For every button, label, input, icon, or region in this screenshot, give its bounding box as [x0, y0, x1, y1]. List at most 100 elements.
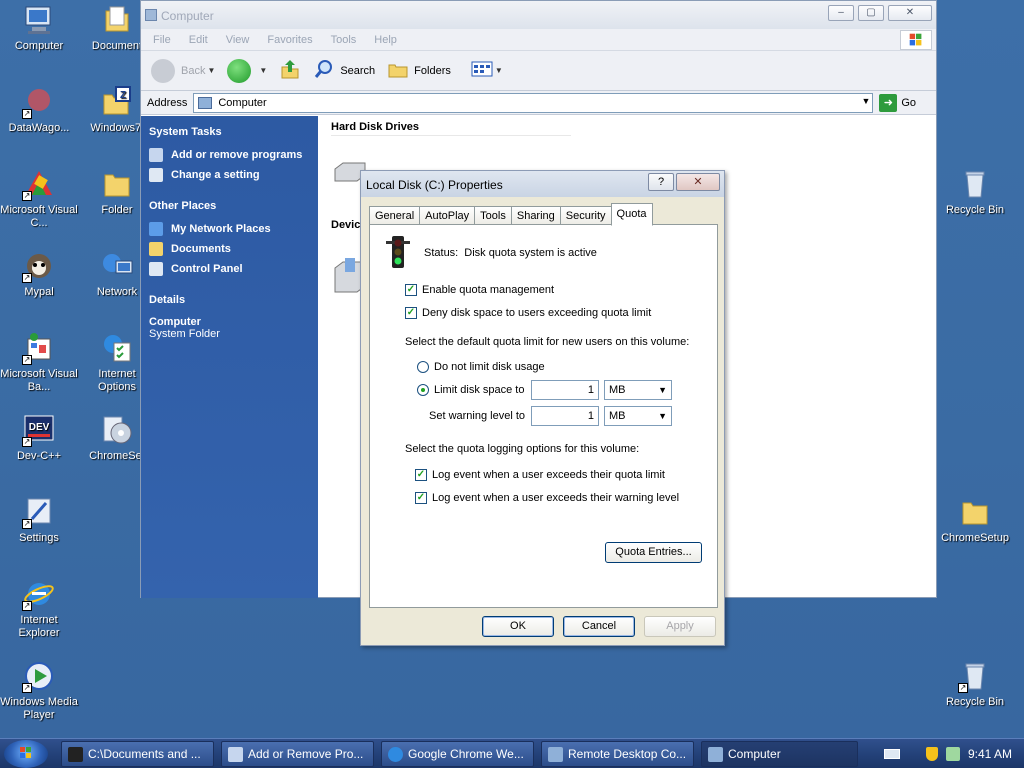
go-button[interactable]: ➜ Go — [879, 93, 916, 112]
desktop-icon-label: Recycle Bin — [945, 204, 1005, 216]
desktop-icon-mypal[interactable]: ↗ Mypal — [0, 249, 78, 299]
folders-button[interactable]: Folders — [387, 58, 451, 83]
mypal-icon: ↗ — [22, 249, 56, 283]
chevron-down-icon: ▼ — [658, 411, 667, 421]
warning-unit-select[interactable]: MB ▼ — [604, 406, 672, 426]
warning-label: Set warning level to — [429, 410, 525, 422]
up-button[interactable] — [279, 58, 301, 83]
tab-quota[interactable]: Quota — [610, 203, 653, 226]
task-7zip-documents[interactable]: C:\Documents and ... — [61, 741, 214, 767]
place-label: Documents — [171, 243, 231, 255]
chevron-down-icon: ▼ — [494, 66, 503, 75]
desktop-icon-recycle-bin-shortcut[interactable]: ↗ Recycle Bin — [936, 659, 1014, 709]
security-shield-icon[interactable] — [925, 747, 938, 761]
tab-security[interactable]: Security — [559, 206, 612, 225]
other-places-heading[interactable]: Other Places — [149, 200, 310, 212]
desktop-icon-settings[interactable]: ↗ Settings — [0, 495, 78, 545]
ok-button[interactable]: OK — [482, 616, 554, 637]
desktop-icon-dev-cpp[interactable]: DEV ↗ Dev-C++ — [0, 413, 78, 463]
computer-icon — [145, 9, 157, 21]
keyboard-icon[interactable] — [883, 749, 900, 759]
details-name: Computer — [149, 316, 201, 328]
log-limit-checkbox[interactable]: ✓ Log event when a user exceeds their qu… — [415, 469, 665, 481]
minimize-button[interactable]: – — [828, 5, 854, 21]
task-add-remove-programs[interactable]: Add or remove programs — [149, 148, 310, 162]
toolbar: Back ▼ ▼ Search Folders ▼ — [141, 51, 936, 91]
menu-view[interactable]: View — [226, 34, 250, 46]
tab-autoplay[interactable]: AutoPlay — [419, 206, 476, 225]
apply-button[interactable]: Apply — [644, 616, 716, 637]
task-computer[interactable]: Computer — [701, 741, 858, 767]
task-google-chrome[interactable]: Google Chrome We... — [381, 741, 534, 767]
forward-button[interactable]: ▼ — [227, 58, 267, 83]
start-button[interactable] — [4, 740, 48, 768]
limit-value-input[interactable]: 1 — [531, 380, 599, 400]
dev-cpp-icon: DEV ↗ — [22, 413, 56, 447]
limit-unit-select[interactable]: MB ▼ — [604, 380, 672, 400]
menu-favorites[interactable]: Favorites — [267, 34, 312, 46]
task-change-setting[interactable]: Change a setting — [149, 168, 310, 182]
place-my-network-places[interactable]: My Network Places — [149, 222, 310, 236]
browser-icon — [388, 747, 403, 762]
chevron-down-icon[interactable]: ▼ — [207, 66, 215, 75]
clock[interactable]: 9:41 AM — [968, 747, 1012, 761]
desktop-icon-recycle-bin[interactable]: Recycle Bin — [936, 167, 1014, 217]
section-hard-disk-drives: Hard Disk Drives — [331, 121, 571, 136]
close-button[interactable]: ✕ — [888, 5, 932, 21]
menu-file[interactable]: File — [153, 34, 171, 46]
traffic-light-icon — [384, 235, 412, 272]
chromesetup-icon — [100, 413, 134, 447]
desktop-icon-visual-basic[interactable]: ↗ Microsoft Visual Ba... — [0, 331, 78, 394]
internet-options-icon — [100, 331, 134, 365]
address-input[interactable]: Computer ▼ — [193, 92, 874, 113]
network-status-icon[interactable] — [945, 747, 960, 761]
tab-general[interactable]: General — [369, 206, 421, 225]
enable-quota-checkbox[interactable]: ✓ Enable quota management — [405, 284, 554, 296]
system-tasks-heading[interactable]: System Tasks — [149, 126, 310, 138]
checkbox-checked-icon: ✓ — [405, 307, 417, 319]
no-limit-label: Do not limit disk usage — [434, 361, 545, 373]
explorer-titlebar[interactable]: Computer – ▢ ✕ — [141, 1, 936, 29]
radio-icon — [417, 361, 429, 373]
desktop-icon-datawagon[interactable]: ↗ DataWago... — [0, 85, 78, 135]
log-warning-checkbox[interactable]: ✓ Log event when a user exceeds their wa… — [415, 492, 679, 504]
task-remote-desktop[interactable]: Remote Desktop Co... — [541, 741, 694, 767]
desktop-icon-internet-explorer[interactable]: ↗ Internet Explorer — [0, 577, 78, 640]
desktop-icon-chromesetup[interactable]: ChromeSetup — [936, 495, 1014, 545]
menu-bar: File Edit View Favorites Tools Help — [141, 29, 936, 51]
menu-help[interactable]: Help — [374, 34, 397, 46]
chevron-down-icon[interactable]: ▼ — [259, 66, 267, 75]
place-control-panel[interactable]: Control Panel — [149, 262, 310, 276]
shortcut-arrow-icon: ↗ — [22, 109, 32, 119]
computer-icon — [198, 96, 213, 109]
svg-text:Z: Z — [120, 90, 126, 101]
chevron-down-icon[interactable]: ▼ — [861, 96, 870, 106]
maximize-button[interactable]: ▢ — [858, 5, 884, 21]
folder-icon — [958, 495, 992, 529]
warning-value-input[interactable]: 1 — [531, 406, 599, 426]
no-limit-radio[interactable]: Do not limit disk usage — [417, 361, 545, 373]
desktop-icon-visual-c[interactable]: ↗ Microsoft Visual C... — [0, 167, 78, 230]
search-button[interactable]: Search — [313, 58, 375, 83]
details-heading[interactable]: Details — [149, 294, 310, 306]
dialog-close-button[interactable]: ✕ — [676, 173, 720, 191]
back-button[interactable]: Back ▼ — [151, 58, 215, 83]
help-button[interactable]: ? — [648, 173, 674, 191]
desktop-icon-label: Settings — [19, 532, 59, 544]
desktop-icon-computer[interactable]: Computer — [0, 3, 78, 53]
menu-edit[interactable]: Edit — [189, 34, 208, 46]
deny-space-checkbox[interactable]: ✓ Deny disk space to users exceeding quo… — [405, 307, 651, 319]
desktop-icon-media-player[interactable]: ↗ Windows Media Player — [0, 659, 78, 722]
views-button[interactable]: ▼ — [471, 60, 503, 81]
place-documents[interactable]: Documents — [149, 242, 310, 256]
tab-tools[interactable]: Tools — [474, 206, 512, 225]
quota-entries-button[interactable]: Quota Entries... — [605, 542, 702, 563]
tab-sharing[interactable]: Sharing — [510, 206, 561, 225]
menu-tools[interactable]: Tools — [331, 34, 357, 46]
task-add-remove-programs[interactable]: Add or Remove Pro... — [221, 741, 374, 767]
dialog-titlebar[interactable]: Local Disk (C:) Properties ? ✕ — [361, 171, 724, 197]
network-icon — [149, 222, 163, 236]
cancel-button[interactable]: Cancel — [563, 616, 635, 637]
shortcut-arrow-icon: ↗ — [22, 683, 32, 693]
limit-radio[interactable]: Limit disk space to — [417, 384, 524, 396]
